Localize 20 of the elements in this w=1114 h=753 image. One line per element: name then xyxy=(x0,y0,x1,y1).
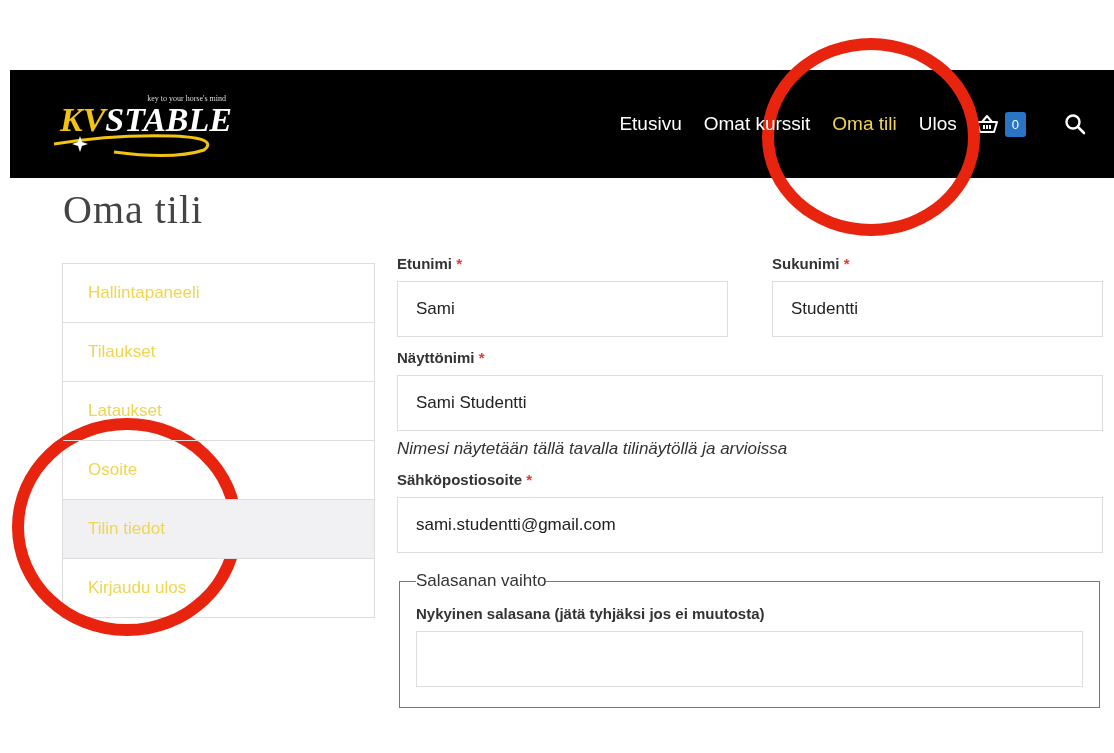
field-label: Etunimi * xyxy=(397,255,463,272)
field-label: Näyttönimi * xyxy=(397,349,486,366)
cart-count-badge: 0 xyxy=(1004,111,1026,137)
nav-link[interactable]: Ulos xyxy=(918,113,957,135)
search-icon[interactable] xyxy=(1064,113,1086,135)
input-field[interactable]: Sami Studentti xyxy=(397,375,1103,431)
logo-tagline: key to your horse's mind xyxy=(147,93,226,103)
field-label: Sähköpostiosoite * xyxy=(397,471,534,488)
input-field[interactable]: Sami xyxy=(397,281,728,337)
input-field[interactable]: sami.studentti@gmail.com xyxy=(397,497,1103,553)
field-label: Sukunimi * xyxy=(772,255,851,272)
field-label: Nykyinen salasana (jätä tyhjäksi jos ei muutosta) xyxy=(416,605,766,622)
input-field[interactable]: Studentti xyxy=(772,281,1103,337)
fieldset-legend: Salasanan vaihto xyxy=(416,571,547,591)
password-field[interactable] xyxy=(416,631,1083,687)
logo[interactable]: KVSTABLE xyxy=(60,102,232,137)
hint-text: Nimesi näytetään tällä tavalla tilinäytöllä ja arvioissa xyxy=(397,439,789,459)
nav-link[interactable]: Etusivu xyxy=(619,113,682,135)
nav-link[interactable]: Oma tili xyxy=(832,113,897,135)
page-title: Oma tili xyxy=(63,186,205,233)
